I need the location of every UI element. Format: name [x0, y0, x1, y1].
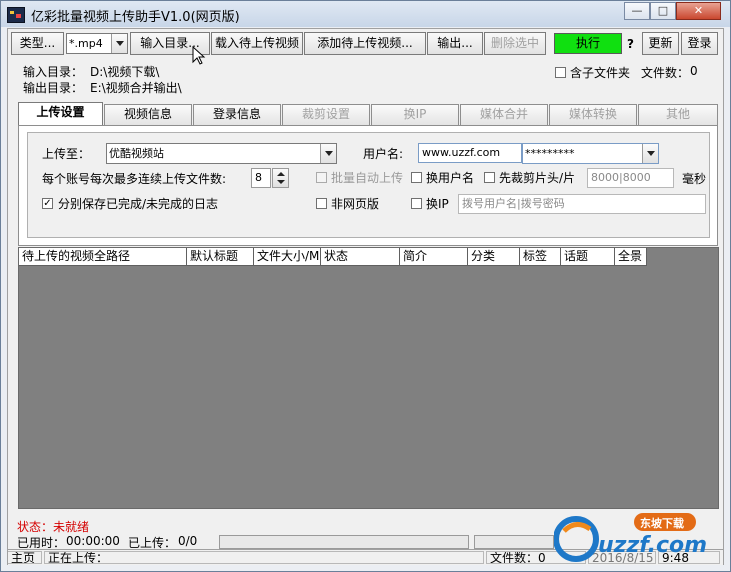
input-dir-label: 输入目录：	[23, 65, 84, 79]
switch-ip-label: 换IP	[426, 197, 449, 211]
delete-selected-button[interactable]: 删除选中	[484, 32, 546, 55]
update-button[interactable]: 更新	[642, 32, 679, 55]
output-button[interactable]: 输出...	[427, 32, 483, 55]
non-web-label: 非网页版	[331, 197, 380, 211]
column-header-title[interactable]: 默认标题	[187, 248, 254, 266]
ms-unit-label: 毫秒	[682, 172, 707, 186]
password-value: *********	[525, 147, 575, 160]
chevron-down-icon[interactable]	[111, 34, 127, 53]
type-combo[interactable]: *.mp4	[66, 33, 128, 54]
column-header-intro[interactable]: 简介	[400, 248, 468, 266]
table-header: 待上传的视频全路径 默认标题 文件大小/M 状态 简介 分类 标签 话题 全景	[19, 248, 647, 266]
max-files-spinner-icon[interactable]	[272, 168, 289, 188]
chevron-down-icon[interactable]	[642, 144, 658, 163]
max-files-input[interactable]: 8	[251, 168, 271, 188]
window-title: 亿彩批量视频上传助手V1.0(网页版)	[31, 10, 240, 25]
subfolder-label: 含子文件夹	[570, 66, 631, 80]
upload-progress-bar	[219, 535, 469, 549]
switch-user-label: 换用户名	[426, 171, 475, 185]
type-combo-value: *.mp4	[69, 37, 103, 50]
status-text: 状态：未就绪	[17, 520, 90, 534]
secondary-progress-bar	[474, 535, 554, 549]
switch-user-checkbox[interactable]	[411, 172, 422, 183]
save-log-label: 分别保存已完成/未完成的日志	[58, 197, 219, 211]
watermark-text: uzzf.com	[598, 533, 708, 558]
close-icon[interactable]: ✕	[676, 2, 721, 20]
batch-auto-upload-checkbox[interactable]	[316, 172, 327, 183]
column-header-path[interactable]: 待上传的视频全路径	[19, 248, 187, 266]
add-videos-button[interactable]: 添加待上传视频...	[304, 32, 426, 55]
chevron-down-icon[interactable]	[320, 144, 336, 163]
client-area: 类型... *.mp4 输入目录... 载入待上传视频 添加待上传视频... 输…	[7, 28, 724, 565]
column-header-category[interactable]: 分类	[468, 248, 520, 266]
upload-to-label: 上传至：	[42, 147, 91, 161]
title-bar[interactable]: 亿彩批量视频上传助手V1.0(网页版) — □ ✕	[1, 1, 730, 27]
status-home[interactable]: 主页	[8, 551, 42, 564]
tab-crop-settings[interactable]: 裁剪设置	[282, 104, 370, 125]
username-label: 用户名:	[363, 147, 404, 161]
pre-cut-label: 先裁剪片头/片	[499, 171, 576, 185]
column-header-tags[interactable]: 标签	[520, 248, 561, 266]
video-list-table[interactable]: 待上传的视频全路径 默认标题 文件大小/M 状态 简介 分类 标签 话题 全景	[18, 247, 719, 509]
output-dir-value: E:\视频合并输出\	[90, 81, 182, 95]
execute-button[interactable]: 执行	[554, 33, 622, 54]
password-select[interactable]: *********	[522, 143, 659, 164]
uploaded-value: 0/0	[178, 534, 198, 548]
max-files-label: 每个账号每次最多连续上传文件数:	[42, 172, 227, 186]
column-header-topic[interactable]: 话题	[561, 248, 615, 266]
cut-ms-input[interactable]: 8000|8000	[587, 168, 674, 188]
tab-upload-settings[interactable]: 上传设置	[18, 102, 103, 126]
username-input[interactable]: www.uzzf.com	[418, 143, 522, 163]
column-header-status[interactable]: 状态	[321, 248, 400, 266]
mouse-cursor-icon	[192, 46, 206, 65]
upload-to-value: 优酷视频站	[109, 147, 164, 160]
column-header-size[interactable]: 文件大小/M	[254, 248, 321, 266]
tab-media-merge[interactable]: 媒体合并	[460, 104, 548, 125]
pre-cut-checkbox[interactable]	[484, 172, 495, 183]
save-log-checkbox[interactable]: ✓	[42, 198, 53, 209]
tab-media-convert[interactable]: 媒体转换	[549, 104, 637, 125]
input-dir-value: D:\视频下载\	[90, 65, 160, 79]
help-button[interactable]: ?	[627, 37, 634, 51]
column-header-panorama[interactable]: 全景	[615, 248, 647, 266]
non-web-checkbox[interactable]	[316, 198, 327, 209]
login-button[interactable]: 登录	[681, 32, 718, 55]
uzzf-watermark-logo: 东坡下载 uzzf.com	[553, 509, 726, 565]
tab-change-ip[interactable]: 换IP	[371, 104, 459, 125]
subfolder-checkbox[interactable]	[555, 67, 566, 78]
dial-credentials-input[interactable]: 拨号用户名|拨号密码	[458, 194, 706, 214]
tab-login-info[interactable]: 登录信息	[193, 104, 281, 125]
minimize-icon[interactable]: —	[624, 2, 650, 20]
main-window: 亿彩批量视频上传助手V1.0(网页版) — □ ✕ 类型... *.mp4 输入…	[0, 0, 731, 572]
elapsed-value: 00:00:00	[66, 534, 120, 548]
tab-video-info[interactable]: 视频信息	[104, 104, 192, 125]
status-uploading: 正在上传：	[44, 551, 484, 564]
upload-settings-group: 上传至： 优酷视频站 用户名: www.uzzf.com ********* 每…	[27, 132, 710, 238]
maximize-icon[interactable]: □	[650, 2, 676, 20]
watermark-badge: 东坡下载	[640, 517, 684, 530]
tab-bar: 上传设置 视频信息 登录信息 裁剪设置 换IP 媒体合并 媒体转换 其他	[18, 102, 718, 126]
output-dir-label: 输出目录：	[23, 81, 84, 95]
tab-other[interactable]: 其他	[638, 104, 718, 125]
type-button[interactable]: 类型...	[11, 32, 64, 55]
file-count-value: 0	[690, 64, 698, 78]
app-icon	[7, 7, 25, 23]
switch-ip-checkbox[interactable]	[411, 198, 422, 209]
batch-auto-upload-label: 批量自动上传	[331, 171, 404, 185]
upload-settings-panel: 上传至： 优酷视频站 用户名: www.uzzf.com ********* 每…	[18, 125, 718, 246]
upload-to-select[interactable]: 优酷视频站	[106, 143, 337, 164]
load-videos-button[interactable]: 载入待上传视频	[211, 32, 303, 55]
file-count-label: 文件数：	[641, 66, 690, 80]
